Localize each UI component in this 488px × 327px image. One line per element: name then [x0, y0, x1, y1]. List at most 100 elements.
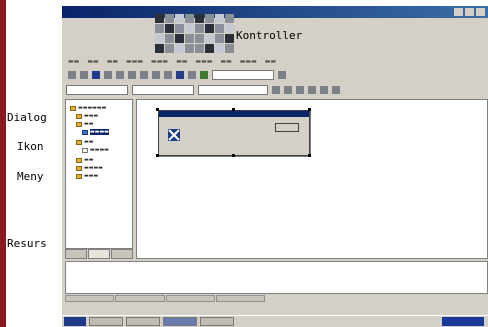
etched-tool-icon[interactable]: [225, 44, 234, 53]
tree-root[interactable]: ▬▬▬▬▬▬: [70, 105, 106, 111]
calendar-tool-icon[interactable]: [215, 34, 224, 43]
standard-toolbar: [62, 68, 488, 82]
taskbar-button-2[interactable]: [126, 317, 160, 326]
save-icon[interactable]: [92, 71, 100, 79]
dialog-preview-ok-button[interactable]: [275, 123, 299, 132]
tab-control-tool-icon[interactable]: [175, 34, 184, 43]
tab-classview[interactable]: [65, 249, 87, 259]
group-box-tool-icon[interactable]: [195, 14, 204, 23]
copy-icon[interactable]: [128, 71, 136, 79]
find-combo[interactable]: [212, 70, 274, 80]
output-icon[interactable]: [188, 71, 196, 79]
tab-find-in-files-1[interactable]: [165, 295, 215, 302]
rectangle-tool-icon[interactable]: [185, 44, 194, 53]
pointer-tool-icon[interactable]: [155, 14, 164, 23]
progress-tool-icon[interactable]: [205, 24, 214, 33]
vscroll-tool-icon[interactable]: [185, 24, 194, 33]
menu-item-project[interactable]: ▬▬▬: [151, 58, 168, 65]
class-combo[interactable]: [66, 85, 128, 95]
custom-control-tool-icon[interactable]: [155, 44, 164, 53]
cut-icon[interactable]: [116, 71, 124, 79]
tree-control-tool-icon[interactable]: [165, 34, 174, 43]
members-combo[interactable]: [198, 85, 268, 95]
tab-fileview[interactable]: [111, 249, 133, 259]
menu-item-window[interactable]: ▬▬▬: [240, 58, 257, 65]
extended-combo-tool-icon[interactable]: [165, 44, 174, 53]
undo-icon[interactable]: [152, 71, 160, 79]
taskbar-button-1[interactable]: [89, 317, 123, 326]
slider-tool-icon[interactable]: [215, 24, 224, 33]
selection-handle-se[interactable]: [308, 154, 311, 157]
new-file-icon[interactable]: [68, 71, 76, 79]
selection-handle-sw[interactable]: [156, 154, 159, 157]
tree-item-dialog[interactable]: ▬▬▬▬: [82, 129, 109, 135]
menu-item-file[interactable]: ▬▬: [68, 58, 79, 65]
taskbar-button-3[interactable]: [163, 317, 197, 326]
icon-tool-icon[interactable]: [205, 44, 214, 53]
listbox-tool-icon[interactable]: [165, 24, 174, 33]
paste-icon[interactable]: [140, 71, 148, 79]
dialog-preview[interactable]: [158, 110, 310, 156]
redo-icon[interactable]: [164, 71, 172, 79]
selection-handle-s[interactable]: [232, 154, 235, 157]
edit-box-tool-icon[interactable]: [185, 14, 194, 23]
list-control-tool-icon[interactable]: [155, 34, 164, 43]
execute-icon[interactable]: [320, 86, 328, 94]
compile-icon[interactable]: [284, 86, 292, 94]
find-in-files-icon[interactable]: [200, 71, 208, 79]
static-text-tool-icon[interactable]: [175, 14, 184, 23]
tree-folder-dialog[interactable]: ▬▬: [76, 121, 93, 127]
spin-tool-icon[interactable]: [195, 24, 204, 33]
bitmap-tool-icon[interactable]: [215, 44, 224, 53]
folder-icon: [76, 113, 82, 119]
tab-find-in-files-2[interactable]: [215, 295, 265, 302]
find-icon[interactable]: [278, 71, 286, 79]
selection-handle-nw[interactable]: [156, 108, 159, 111]
menu-item-edit[interactable]: ▬▬: [87, 58, 98, 65]
maximize-icon[interactable]: [465, 8, 474, 16]
filter-combo[interactable]: [132, 85, 194, 95]
open-icon[interactable]: [80, 71, 88, 79]
button-tool-icon[interactable]: [205, 14, 214, 23]
date-picker-tool-icon[interactable]: [205, 34, 214, 43]
menu-item-insert[interactable]: ▬▬▬: [126, 58, 143, 65]
selection-handle-ne[interactable]: [308, 108, 311, 111]
picture-tool-icon[interactable]: [165, 14, 174, 23]
selection-handle-n[interactable]: [232, 108, 235, 111]
action-icon[interactable]: [272, 86, 280, 94]
tab-debug[interactable]: [115, 295, 165, 302]
tab-resourceview[interactable]: [88, 249, 110, 259]
tree-folder-icon[interactable]: ▬▬: [76, 139, 93, 145]
save-all-icon[interactable]: [104, 71, 112, 79]
taskbar-button-4[interactable]: [200, 317, 234, 326]
hscroll-tool-icon[interactable]: [175, 24, 184, 33]
tab-build[interactable]: [65, 295, 115, 302]
hotkey-tool-icon[interactable]: [225, 24, 234, 33]
menu-item-view[interactable]: ▬▬: [107, 58, 118, 65]
output-tabs: [65, 295, 265, 302]
build-icon[interactable]: [296, 86, 304, 94]
rich-edit-tool-icon[interactable]: [195, 34, 204, 43]
ip-address-tool-icon[interactable]: [225, 34, 234, 43]
radio-tool-icon[interactable]: [225, 14, 234, 23]
close-icon[interactable]: [476, 8, 485, 16]
tree-folder-string-table[interactable]: ▬▬▬▬: [76, 165, 103, 171]
animate-tool-icon[interactable]: [185, 34, 194, 43]
minimize-icon[interactable]: [454, 8, 463, 16]
menu-item-help[interactable]: ▬▬: [265, 58, 276, 65]
line-tool-icon[interactable]: [195, 44, 204, 53]
workspace-icon[interactable]: [176, 71, 184, 79]
menu-item-layout[interactable]: ▬▬▬: [195, 58, 212, 65]
breakpoint-icon[interactable]: [332, 86, 340, 94]
start-button[interactable]: [64, 317, 86, 326]
frame-tool-icon[interactable]: [175, 44, 184, 53]
tree-folder-toolbar[interactable]: ▬▬▬: [76, 173, 98, 179]
checkbox-tool-icon[interactable]: [215, 14, 224, 23]
tree-folder-menu[interactable]: ▬▬: [76, 157, 93, 163]
tree-item-icon[interactable]: ▬▬▬▬: [82, 147, 109, 153]
menu-item-build[interactable]: ▬▬: [176, 58, 187, 65]
combo-tool-icon[interactable]: [155, 24, 164, 33]
menu-item-tools[interactable]: ▬▬: [220, 58, 231, 65]
stop-build-icon[interactable]: [308, 86, 316, 94]
tree-folder-accelerator[interactable]: ▬▬▬: [76, 113, 98, 119]
